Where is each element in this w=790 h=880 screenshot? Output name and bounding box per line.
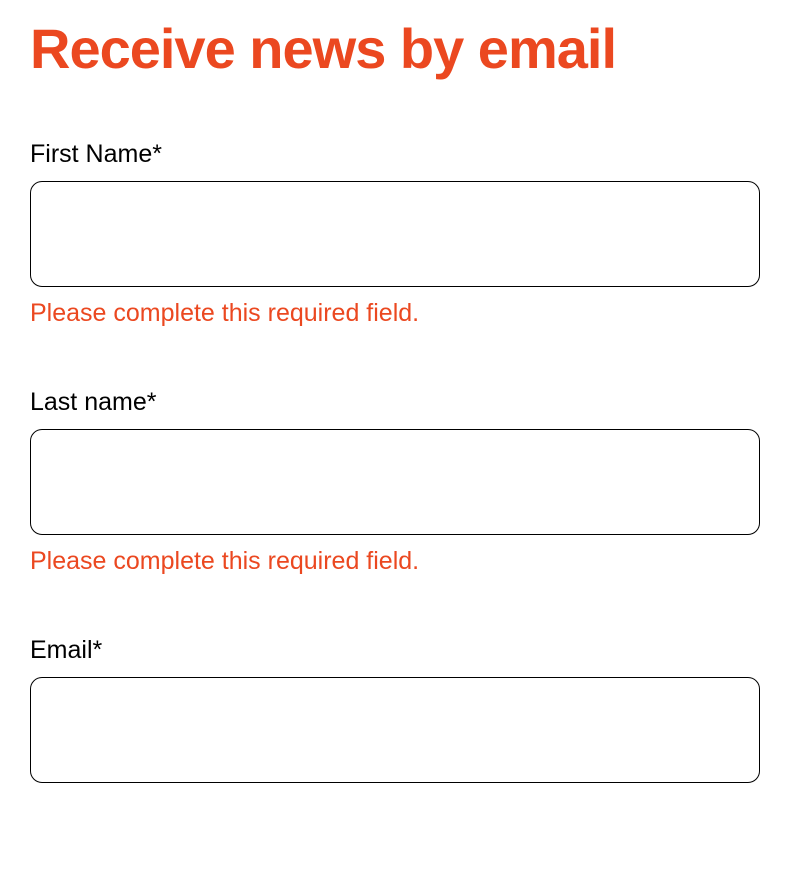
last-name-group: Last name* Please complete this required… (30, 388, 760, 576)
page-title: Receive news by email (30, 18, 760, 80)
email-input[interactable] (30, 677, 760, 783)
last-name-input[interactable] (30, 429, 760, 535)
last-name-label: Last name* (30, 388, 760, 417)
first-name-error: Please complete this required field. (30, 299, 760, 328)
email-group: Email* (30, 636, 760, 783)
first-name-input[interactable] (30, 181, 760, 287)
first-name-group: First Name* Please complete this require… (30, 140, 760, 328)
email-label: Email* (30, 636, 760, 665)
first-name-label: First Name* (30, 140, 760, 169)
last-name-error: Please complete this required field. (30, 547, 760, 576)
